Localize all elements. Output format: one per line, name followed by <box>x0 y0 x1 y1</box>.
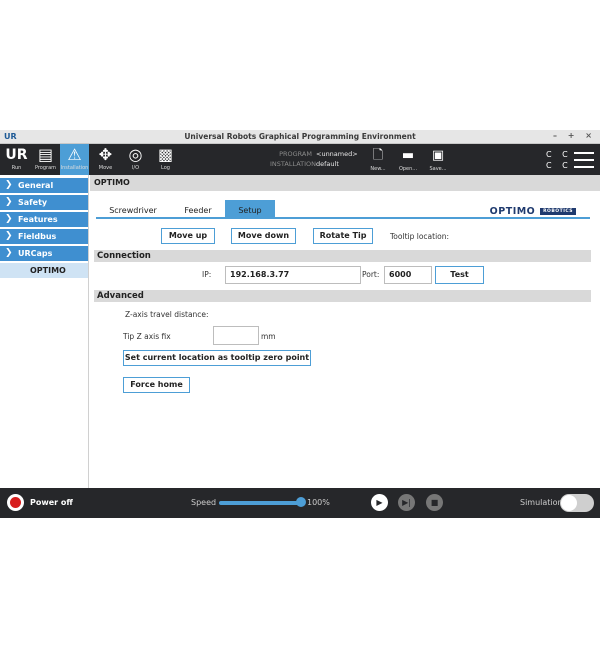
move-up-button[interactable]: Move up <box>161 228 215 244</box>
sidebar-item-label: Fieldbus <box>18 232 57 241</box>
sidebar-item-urcaps[interactable]: ❯ URCaps <box>0 246 88 261</box>
hamburger-menu-icon[interactable] <box>574 152 594 173</box>
power-off-label[interactable]: Power off <box>30 498 73 507</box>
z-travel-label: Z-axis travel distance: <box>125 310 209 319</box>
sidebar-item-general[interactable]: ❯ General <box>0 178 88 193</box>
ip-input[interactable]: 192.168.3.77 <box>225 266 361 284</box>
stop-icon[interactable]: ■ <box>426 494 443 511</box>
sidebar-item-safety[interactable]: ❯ Safety <box>0 195 88 210</box>
io-icon: ◎ <box>128 145 143 164</box>
rotate-tip-button[interactable]: Rotate Tip <box>313 228 373 244</box>
optimo-logo: OPTIMO ROBOTICS <box>490 206 576 217</box>
open-button[interactable]: ▬ Open... <box>394 146 422 172</box>
chevron-right-icon: ❯ <box>5 214 13 224</box>
program-label: Program <box>34 165 57 171</box>
save-label: Save... <box>429 166 447 172</box>
step-icon[interactable]: ▶| <box>398 494 415 511</box>
port-label: Port: <box>362 270 380 279</box>
move-icon: ✥ <box>98 145 113 164</box>
chevron-right-icon: ❯ <box>5 231 13 241</box>
top-toolbar: UR Run ▤ Program ⚠ Installation ✥ Move ◎… <box>0 144 600 175</box>
title-bar: UR Universal Robots Graphical Programmin… <box>0 130 600 144</box>
run-button[interactable]: UR Run <box>2 144 31 175</box>
port-input[interactable]: 6000 <box>384 266 432 284</box>
open-label: Open... <box>398 166 418 172</box>
test-button[interactable]: Test <box>435 266 484 284</box>
optimo-logo-text: OPTIMO <box>489 206 536 217</box>
program-name: <unnamed> <box>316 150 358 158</box>
program-info-values: <unnamed> default <box>316 149 358 169</box>
program-button[interactable]: ▤ Program <box>31 144 60 175</box>
sidebar-item-features[interactable]: ❯ Features <box>0 212 88 227</box>
tab-bar: Screwdriver Feeder Setup OPTIMO ROBOTICS <box>96 200 590 219</box>
log-button[interactable]: ▩ Log <box>151 144 180 175</box>
set-zero-point-button[interactable]: Set current location as tooltip zero poi… <box>123 350 311 366</box>
chevron-right-icon: ❯ <box>5 180 13 190</box>
program-label-text: PROGRAM <box>279 150 312 158</box>
speed-label: Speed <box>191 498 217 507</box>
sidebar-item-label: Features <box>18 215 58 224</box>
bottom-bar: Power off Speed 100% ▶ ▶| ■ Simulation <box>0 488 600 518</box>
tab-feeder[interactable]: Feeder <box>172 200 224 218</box>
installation-name: default <box>316 160 339 168</box>
tip-z-unit: mm <box>261 332 276 341</box>
force-home-button[interactable]: Force home <box>123 377 190 393</box>
panel-title: OPTIMO <box>90 175 600 191</box>
sidebar: ❯ General ❯ Safety ❯ Features ❯ Fieldbus… <box>0 175 89 488</box>
open-folder-icon: ▬ <box>401 148 415 163</box>
simulation-label: Simulation <box>520 498 563 507</box>
play-icon[interactable]: ▶ <box>371 494 388 511</box>
speed-slider[interactable] <box>219 501 303 505</box>
app-window: UR Universal Robots Graphical Programmin… <box>0 130 600 518</box>
chevron-down-icon: ❯ <box>5 248 13 258</box>
sidebar-item-label: General <box>18 181 54 190</box>
tab-setup[interactable]: Setup <box>225 200 275 218</box>
ip-label: IP: <box>202 270 212 279</box>
tab-screwdriver[interactable]: Screwdriver <box>96 200 170 218</box>
power-icon[interactable] <box>7 494 24 511</box>
log-label: Log <box>161 165 170 171</box>
sidebar-item-label: Safety <box>18 198 48 207</box>
installation-icon: ⚠ <box>67 145 82 164</box>
cc-top: C C <box>546 150 572 159</box>
move-button[interactable]: ✥ Move <box>91 144 120 175</box>
cc-indicator: C C C C <box>546 149 572 171</box>
installation-button[interactable]: ⚠ Installation <box>60 144 89 175</box>
installation-label-text: INSTALLATION <box>270 160 317 168</box>
save-icon: ▣ <box>431 148 445 163</box>
installation-label: Installation <box>60 165 89 171</box>
window-controls[interactable]: – + × <box>553 131 596 140</box>
chevron-right-icon: ❯ <box>5 197 13 207</box>
tip-z-input[interactable] <box>213 326 259 345</box>
main-panel: OPTIMO Screwdriver Feeder Setup OPTIMO R… <box>90 175 600 488</box>
window-title: Universal Robots Graphical Programming E… <box>184 132 416 141</box>
io-button[interactable]: ◎ I/O <box>121 144 150 175</box>
program-icon: ▤ <box>37 145 54 164</box>
cc-bottom: C C <box>546 161 572 170</box>
tip-z-label: Tip Z axis fix <box>123 332 171 341</box>
move-label: Move <box>98 165 113 171</box>
move-down-button[interactable]: Move down <box>231 228 296 244</box>
sidebar-item-optimo[interactable]: OPTIMO <box>0 263 88 278</box>
new-label: New... <box>370 166 386 172</box>
program-info-labels: PROGRAM INSTALLATION <box>270 149 317 169</box>
sidebar-item-fieldbus[interactable]: ❯ Fieldbus <box>0 229 88 244</box>
advanced-section-header: Advanced <box>94 290 591 302</box>
log-icon: ▩ <box>157 145 174 164</box>
simulation-toggle[interactable] <box>560 494 594 512</box>
sidebar-item-label: URCaps <box>18 249 53 258</box>
io-label: I/O <box>131 165 140 171</box>
tooltip-location-label: Tooltip location: <box>390 232 450 241</box>
ur-logo-icon: UR <box>5 147 28 163</box>
new-button[interactable]: 🗋 New... <box>364 146 392 172</box>
new-file-icon: 🗋 <box>372 148 384 163</box>
optimo-logo-badge: ROBOTICS <box>540 208 576 215</box>
save-button[interactable]: ▣ Save... <box>424 146 452 172</box>
speed-value: 100% <box>307 498 330 507</box>
connection-section-header: Connection <box>94 250 591 262</box>
speed-slider-handle[interactable] <box>296 497 306 507</box>
